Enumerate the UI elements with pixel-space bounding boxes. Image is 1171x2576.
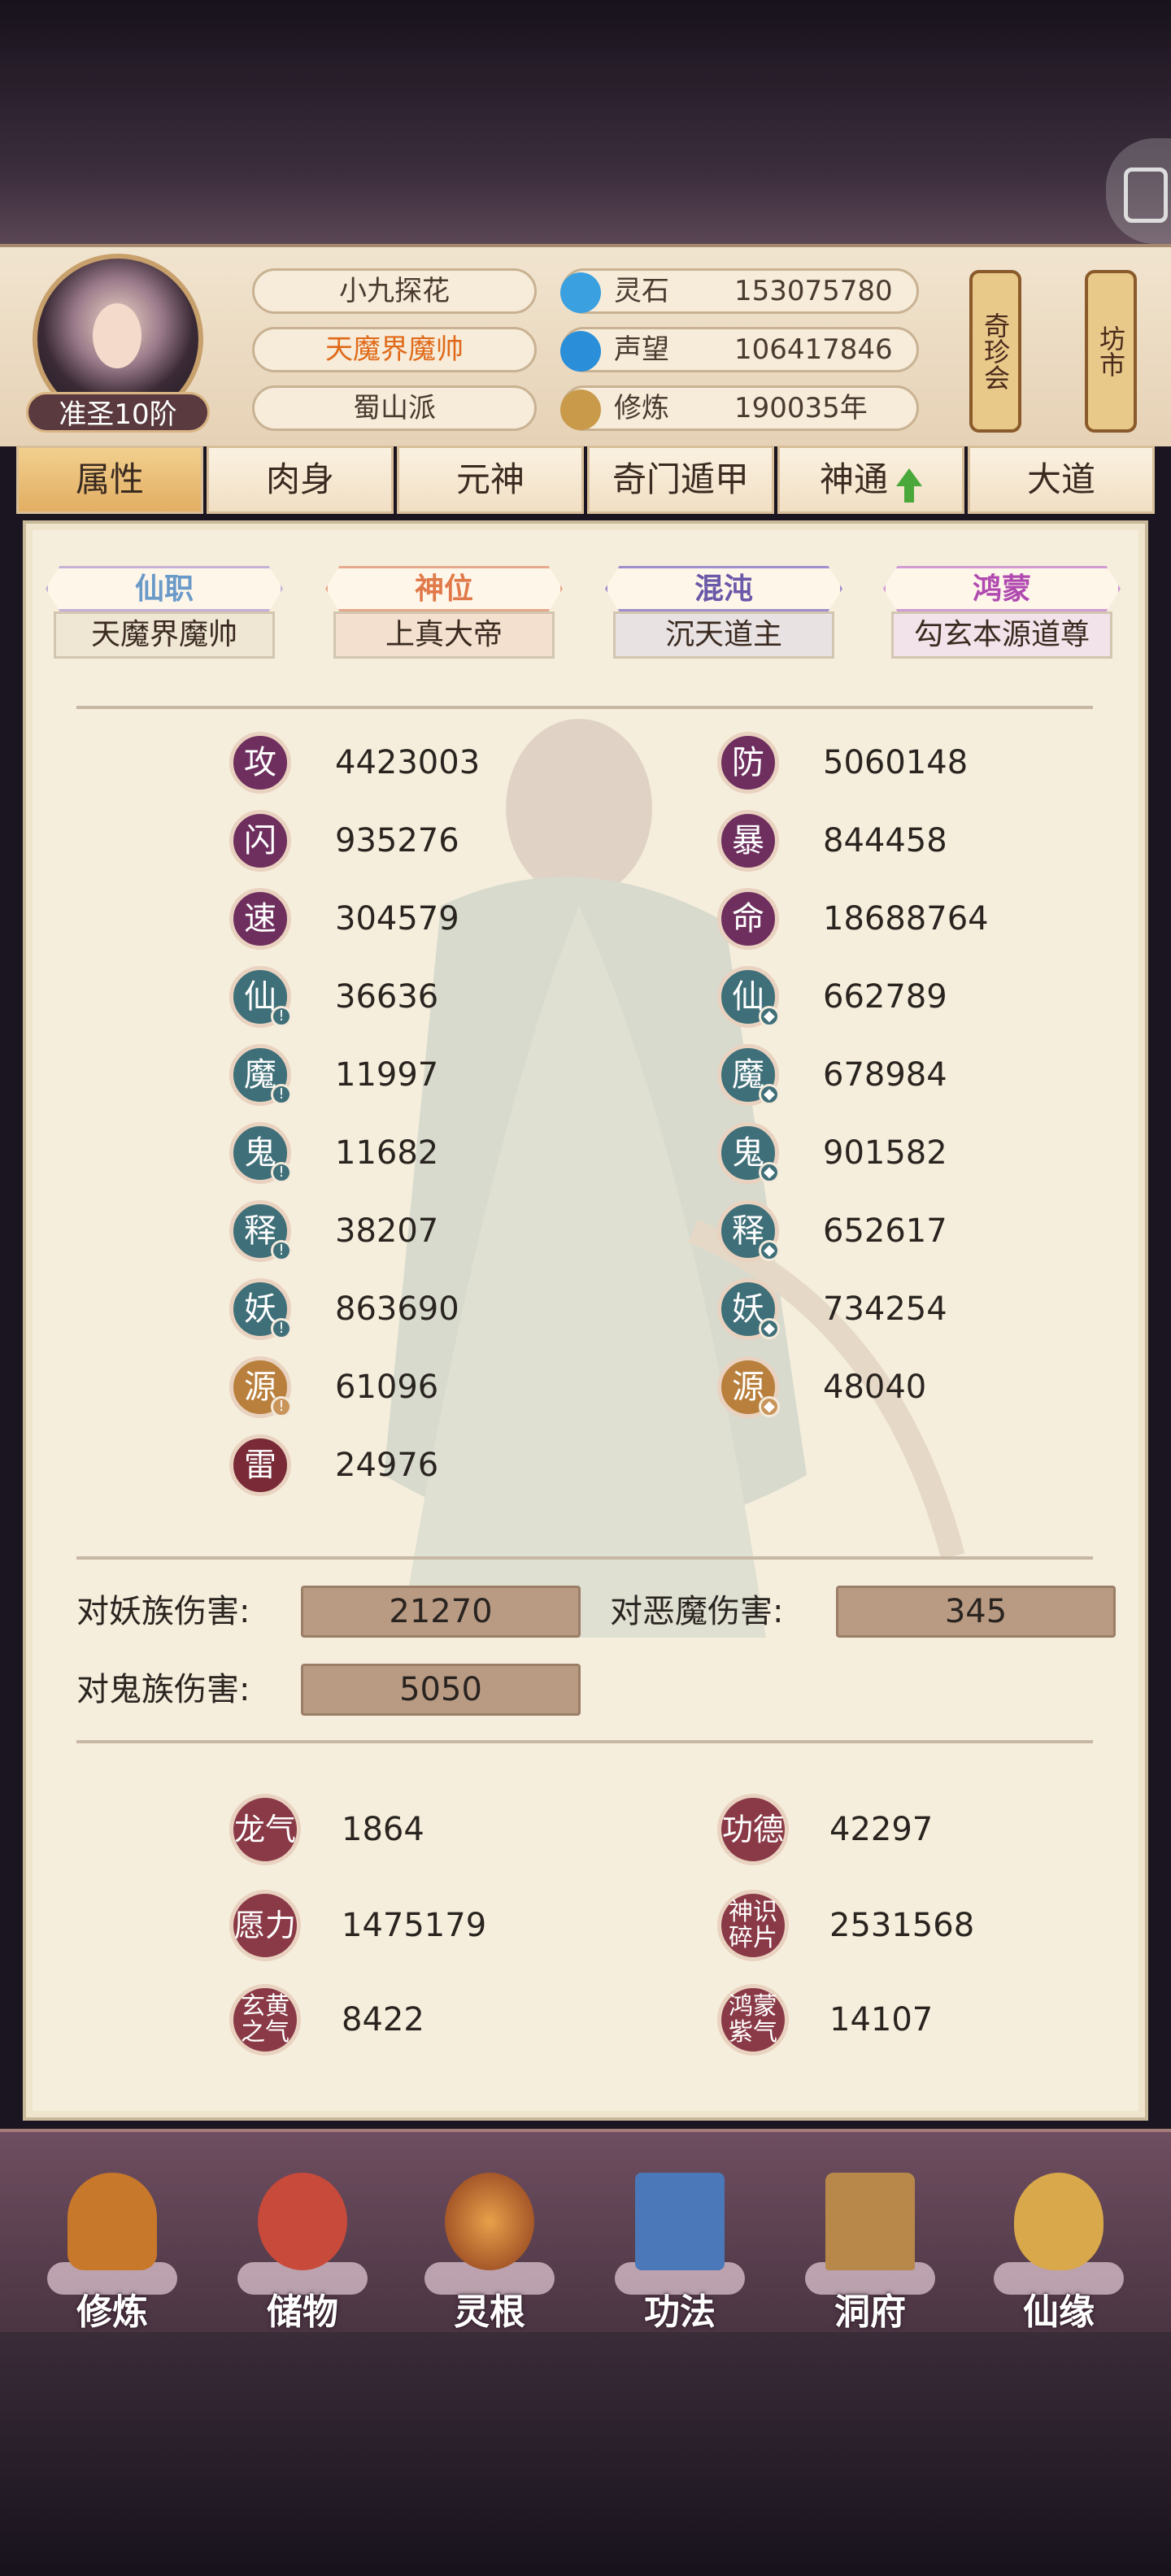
cave-house-icon xyxy=(825,2173,915,2270)
market-button[interactable]: 坊市 xyxy=(1085,270,1137,433)
character-sect: 蜀山派 xyxy=(252,385,537,431)
spirit-stone-icon xyxy=(560,272,601,313)
resource-cultivation: 修炼 190035年 xyxy=(560,385,919,431)
resource-spirit-stone: 灵石 153075780 xyxy=(560,268,919,314)
tab-dao[interactable]: 大道 xyxy=(968,446,1155,514)
damage-demon-label: 对恶魔伤害: xyxy=(610,1593,784,1630)
bottom-background xyxy=(0,2332,1171,2576)
damage-yao-label: 对妖族伤害: xyxy=(76,1593,250,1630)
tab-body[interactable]: 肉身 xyxy=(207,446,394,514)
attribute-panel: 仙职 天魔界魔帅 神位 上真大帝 混沌 沉天道主 鸿蒙 勾玄本源道尊 攻 4423… xyxy=(23,520,1148,2121)
shield-sub-icon: ◆ xyxy=(759,1162,780,1183)
rank-badge: 准圣10阶 xyxy=(26,392,210,433)
treasure-fair-button[interactable]: 奇珍会 xyxy=(969,270,1021,433)
nav-fortune[interactable]: 仙缘 xyxy=(986,2173,1132,2335)
avatar-face xyxy=(93,303,141,368)
nav-spirit-root[interactable]: 灵根 xyxy=(416,2173,563,2335)
shield-sub-icon: ◆ xyxy=(759,1318,780,1339)
title-primordial[interactable]: 鸿蒙 勾玄本源道尊 xyxy=(872,566,1132,662)
book-icon xyxy=(635,2173,725,2270)
gourd-icon xyxy=(1014,2173,1104,2270)
attack-sub-icon: ! xyxy=(271,1006,292,1027)
bag-icon xyxy=(258,2173,347,2270)
tab-qimen[interactable]: 奇门遁甲 xyxy=(587,446,774,514)
reputation-icon xyxy=(560,331,601,372)
shield-sub-icon: ◆ xyxy=(759,1240,780,1261)
damage-demon-value: 345 xyxy=(836,1586,1116,1638)
character-name: 小九探花 xyxy=(252,268,537,314)
shield-sub-icon: ◆ xyxy=(759,1084,780,1105)
meditation-icon xyxy=(67,2173,157,2270)
divider xyxy=(76,706,1093,709)
title-divine-seat[interactable]: 神位 上真大帝 xyxy=(314,566,574,662)
tab-spirit[interactable]: 元神 xyxy=(397,446,584,514)
shield-sub-icon: ◆ xyxy=(759,1396,780,1417)
up-arrow-icon xyxy=(896,468,922,503)
character-header: 准圣10阶 小九探花 天魔界魔帅 蜀山派 灵石 153075780 声望 106… xyxy=(0,244,1171,446)
damage-yao-value: 21270 xyxy=(301,1586,581,1638)
nav-cultivate[interactable]: 修炼 xyxy=(39,2173,185,2335)
attribute-tabs: 属性 肉身 元神 奇门遁甲 神通 大道 xyxy=(16,446,1155,514)
attack-sub-icon: ! xyxy=(271,1240,292,1261)
damage-ghost-label: 对鬼族伤害: xyxy=(76,1671,250,1708)
attack-sub-icon: ! xyxy=(271,1084,292,1105)
tab-attributes[interactable]: 属性 xyxy=(16,446,203,514)
attack-sub-icon: ! xyxy=(271,1318,292,1339)
shield-sub-icon: ◆ xyxy=(759,1006,780,1027)
resource-reputation: 声望 106417846 xyxy=(560,327,919,372)
bottom-nav: 修炼 储物 灵根 功法 洞府 仙缘 xyxy=(0,2129,1171,2335)
spirit-root-icon xyxy=(445,2173,534,2270)
divider xyxy=(76,1556,1093,1560)
nav-skills[interactable]: 功法 xyxy=(607,2173,753,2335)
divider xyxy=(76,1740,1093,1743)
attack-sub-icon: ! xyxy=(271,1162,292,1183)
attack-sub-icon: ! xyxy=(271,1396,292,1417)
title-immortal-rank[interactable]: 仙职 天魔界魔帅 xyxy=(34,566,294,662)
nav-storage[interactable]: 储物 xyxy=(229,2173,376,2335)
puzzle-icon xyxy=(1124,168,1168,223)
character-title: 天魔界魔帅 xyxy=(252,327,537,372)
damage-ghost-value: 5050 xyxy=(301,1664,581,1716)
title-chaos[interactable]: 混沌 沉天道主 xyxy=(594,566,854,662)
top-background xyxy=(0,0,1171,244)
nav-cave[interactable]: 洞府 xyxy=(797,2173,943,2335)
tab-divine-power[interactable]: 神通 xyxy=(777,446,964,514)
cultivation-icon xyxy=(560,389,601,430)
